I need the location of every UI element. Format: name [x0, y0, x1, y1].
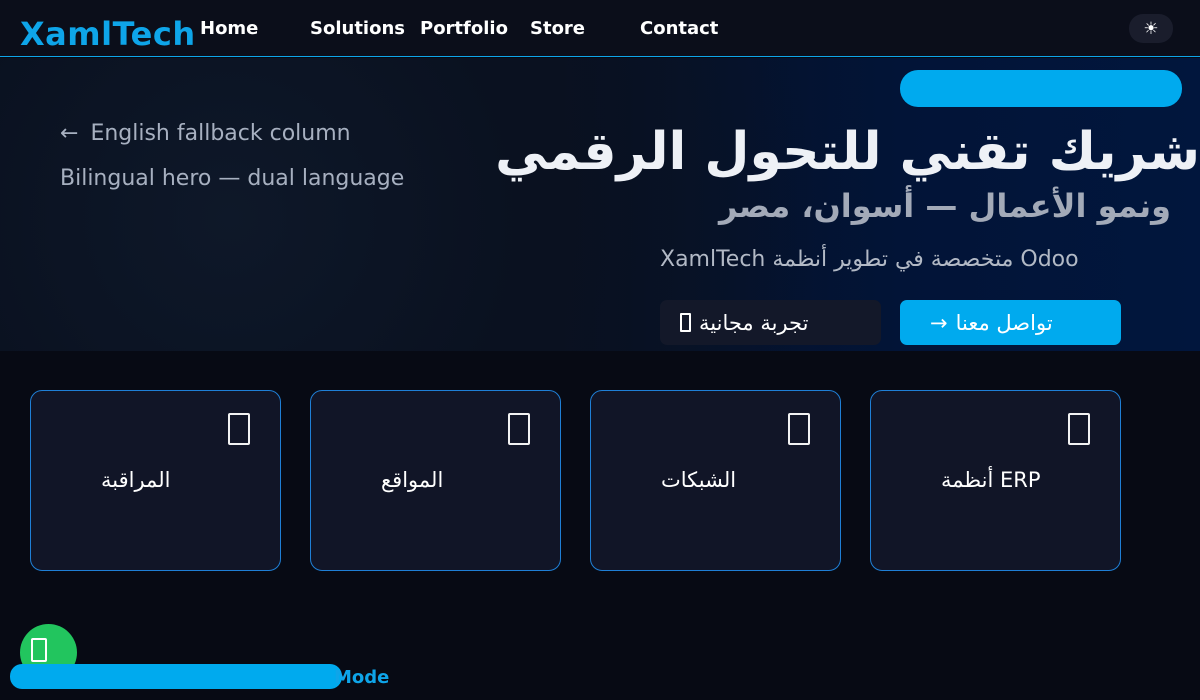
missing-glyph-icon	[228, 413, 250, 445]
nav-link-contact[interactable]: Contact	[640, 18, 718, 40]
whatsapp-icon	[31, 638, 47, 662]
service-card-erp[interactable]: أنظمة ERP	[870, 390, 1121, 571]
hero-subtitle: ونمو الأعمال — أسوان، مصر	[718, 187, 1171, 225]
mode-label[interactable]: Mode	[334, 667, 389, 689]
service-card-monitoring[interactable]: المراقبة	[30, 390, 281, 571]
missing-glyph-icon	[680, 313, 691, 332]
missing-glyph-icon	[508, 413, 530, 445]
theme-toggle-button[interactable]: ☀	[1129, 14, 1173, 43]
missing-glyph-icon	[788, 413, 810, 445]
free-trial-label: تجربة مجانية	[699, 310, 809, 335]
contact-us-button[interactable]: → تواصل معنا	[900, 300, 1121, 345]
hero-badge	[900, 70, 1182, 107]
service-card-networks[interactable]: الشبكات	[590, 390, 841, 571]
arrow-right-icon: →	[930, 310, 948, 335]
fallback-title: ← English fallback column	[60, 120, 351, 148]
service-card-label: الشبكات	[661, 468, 737, 492]
service-card-websites[interactable]: المواقع	[310, 390, 561, 571]
service-card-label: المواقع	[381, 468, 444, 492]
hero-description: XamlTech متخصصة في تطوير أنظمة Odoo	[660, 247, 1079, 272]
arrow-left-icon: ←	[60, 121, 79, 146]
mode-toggle-bar[interactable]	[10, 664, 342, 689]
service-card-label: أنظمة ERP	[941, 468, 1041, 492]
fallback-subtitle: Bilingual hero — dual language	[60, 166, 405, 191]
free-trial-button[interactable]: تجربة مجانية	[660, 300, 881, 345]
nav-link-home[interactable]: Home	[200, 18, 258, 40]
nav-link-solutions[interactable]: Solutions	[310, 18, 405, 40]
fallback-title-text: English fallback column	[90, 121, 351, 146]
contact-us-label: تواصل معنا	[955, 310, 1053, 335]
nav-link-portfolio[interactable]: Portfolio	[420, 18, 508, 40]
sun-icon: ☀	[1143, 18, 1159, 39]
navbar: XamlTech Home Solutions Portfolio Store …	[0, 0, 1200, 57]
brand-logo[interactable]: XamlTech	[20, 14, 196, 54]
hero-section: ← English fallback column Bilingual hero …	[0, 58, 1200, 351]
missing-glyph-icon	[1068, 413, 1090, 445]
hero-title: شريك تقني للتحول الرقمي	[495, 122, 1200, 182]
nav-link-store[interactable]: Store	[530, 18, 585, 40]
service-card-label: المراقبة	[101, 468, 171, 492]
